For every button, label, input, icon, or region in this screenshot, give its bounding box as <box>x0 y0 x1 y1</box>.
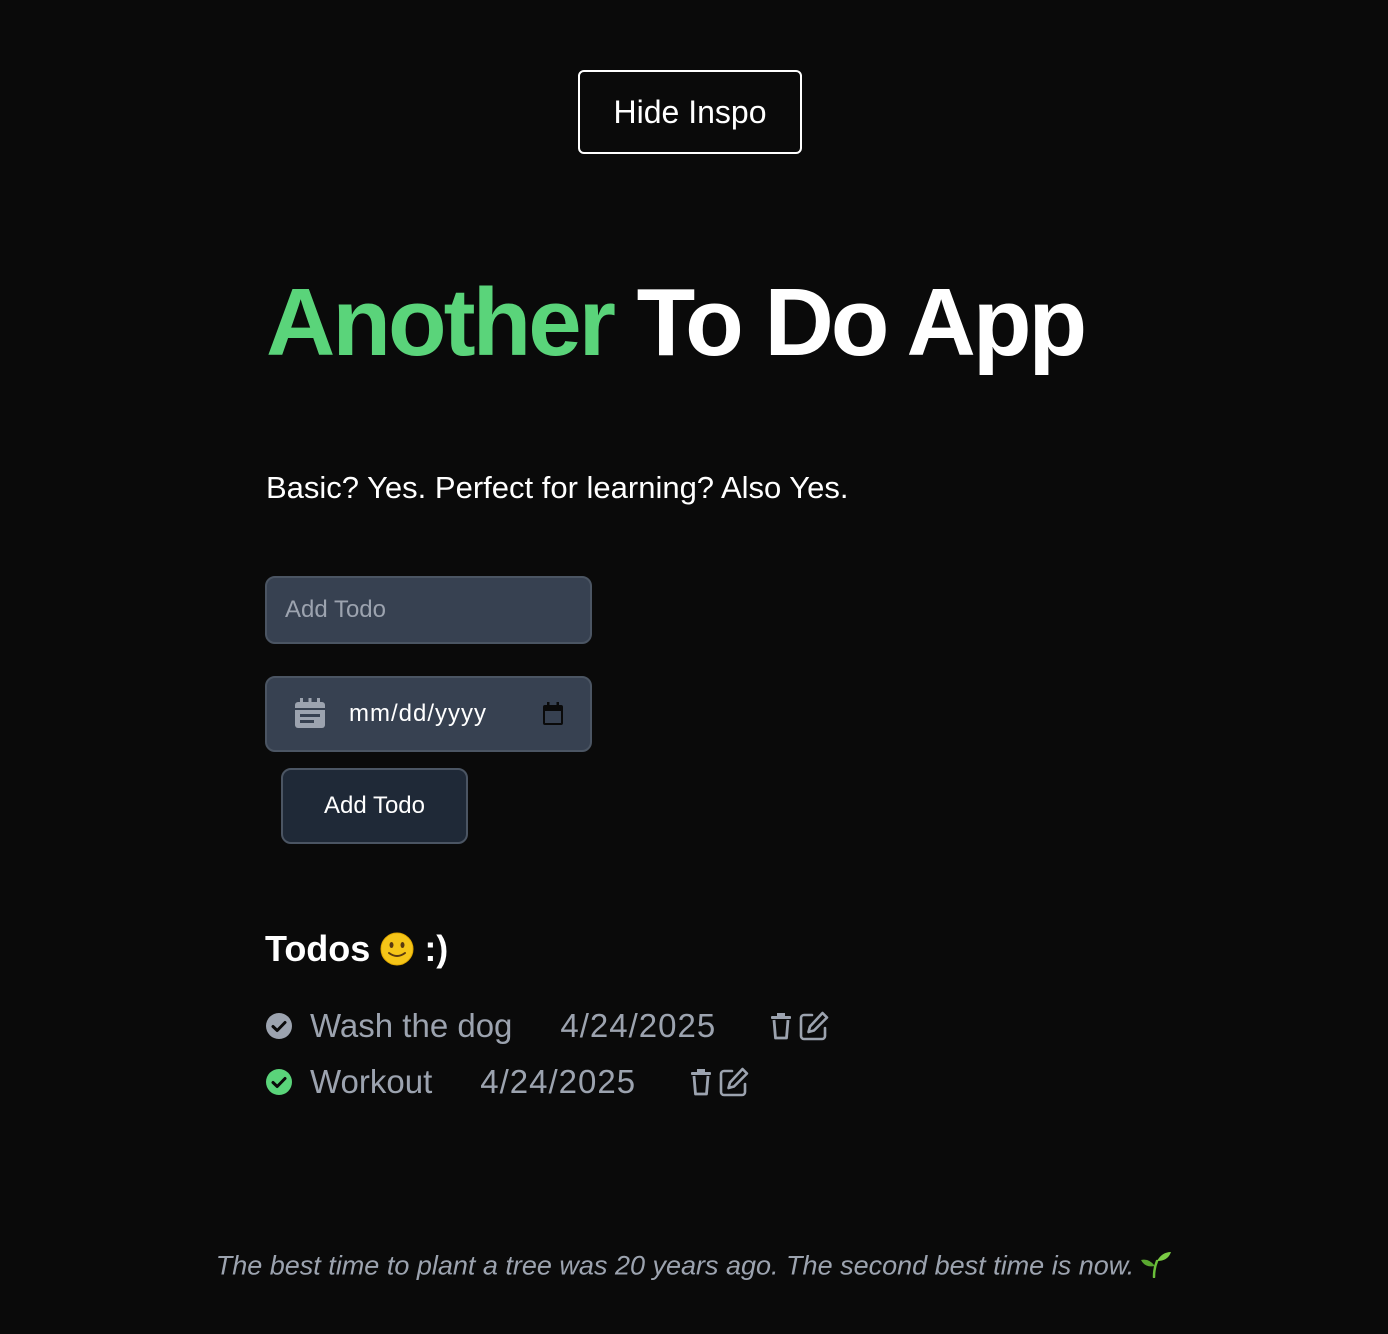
todo-text: Workout <box>310 1063 433 1100</box>
edit-icon[interactable] <box>798 1010 830 1042</box>
check-circle-icon[interactable] <box>265 1068 293 1096</box>
edit-icon[interactable] <box>718 1066 750 1098</box>
todo-actions <box>688 1066 750 1098</box>
smiling-face-icon <box>380 932 414 966</box>
todo-date: 4/24/2025 <box>560 1007 717 1044</box>
title-rest: To Do App <box>636 269 1088 376</box>
date-placeholder: mm/dd/yyyy <box>349 700 488 727</box>
trash-icon[interactable] <box>688 1067 714 1097</box>
title-accent: Another <box>266 269 616 376</box>
todo-list: Wash the dog 4/24/2025 Workout 4/24/2025 <box>265 998 830 1110</box>
date-picker-icon[interactable] <box>542 702 564 726</box>
todo-actions <box>768 1010 830 1042</box>
add-todo-placeholder: Add Todo <box>285 596 386 623</box>
date-input[interactable]: mm/dd/yyyy <box>265 676 592 752</box>
trash-icon[interactable] <box>768 1011 794 1041</box>
add-todo-button[interactable]: Add Todo <box>281 768 468 844</box>
todos-heading-suffix: :) <box>424 928 449 969</box>
seedling-icon <box>1140 1250 1172 1285</box>
list-item: Wash the dog 4/24/2025 <box>265 998 830 1054</box>
footer-quote-text: The best time to plant a tree was 20 yea… <box>215 1250 1135 1281</box>
list-item: Workout 4/24/2025 <box>265 1054 830 1110</box>
todos-heading-text: Todos <box>265 928 371 969</box>
check-circle-icon[interactable] <box>265 1012 293 1040</box>
todos-heading: Todos :) <box>265 928 448 970</box>
subtitle: Basic? Yes. Perfect for learning? Also Y… <box>266 470 849 505</box>
page-title: Another To Do App <box>266 268 1088 378</box>
todo-text: Wash the dog <box>310 1007 513 1044</box>
todo-date: 4/24/2025 <box>480 1063 637 1100</box>
calendar-icon <box>293 697 327 731</box>
footer-quote: The best time to plant a tree was 20 yea… <box>0 1250 1388 1285</box>
add-todo-input[interactable]: Add Todo <box>265 576 592 644</box>
hide-inspo-button[interactable]: Hide Inspo <box>578 70 802 154</box>
